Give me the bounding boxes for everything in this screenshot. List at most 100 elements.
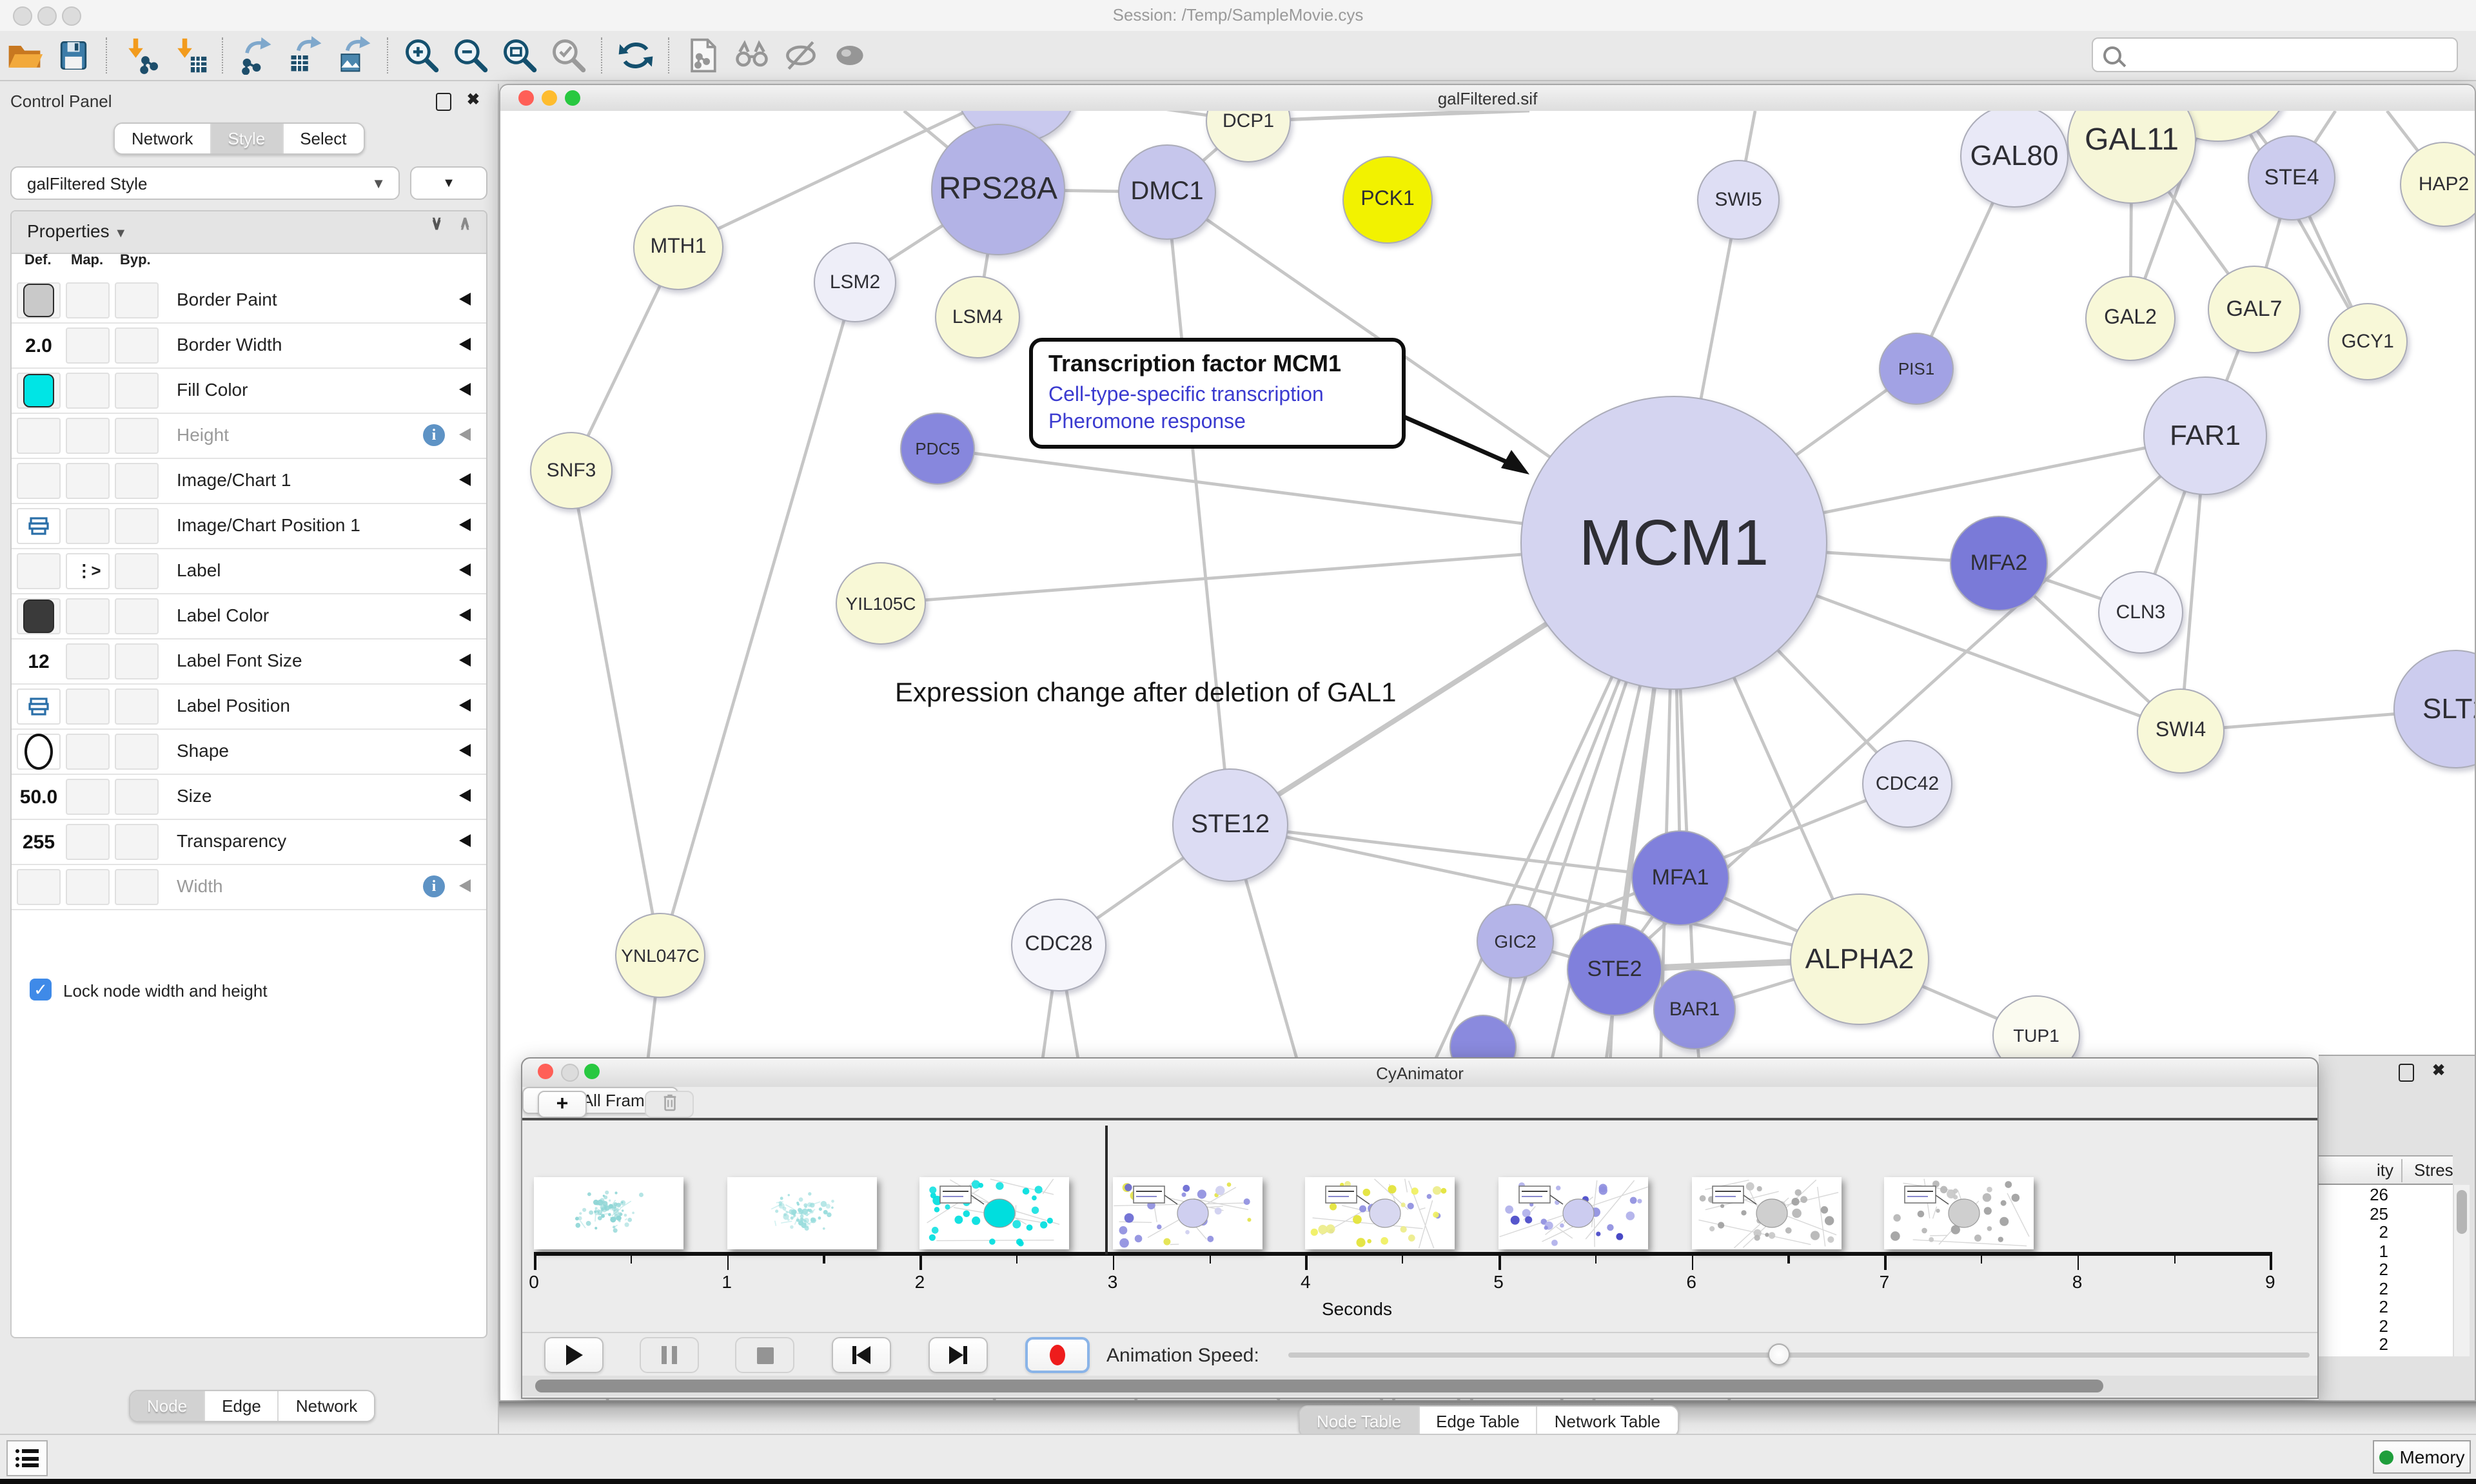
float-panel-icon[interactable] bbox=[436, 93, 451, 111]
hide-details-icon[interactable] bbox=[779, 35, 823, 76]
network-node-ste2[interactable]: STE2 bbox=[1567, 923, 1662, 1016]
property-map-cell[interactable] bbox=[66, 688, 110, 725]
frame-thumbnail-2[interactable] bbox=[919, 1177, 1069, 1249]
table-row[interactable]: 25 bbox=[2319, 1204, 2453, 1222]
table-row[interactable]: 2 bbox=[2319, 1278, 2453, 1297]
export-table-icon[interactable] bbox=[284, 35, 328, 76]
speed-slider-track[interactable] bbox=[1288, 1352, 2310, 1358]
pause-button[interactable] bbox=[640, 1337, 699, 1373]
property-map-cell[interactable] bbox=[66, 598, 110, 634]
close-panel-icon[interactable]: ✖ bbox=[467, 90, 480, 108]
network-node-swi4[interactable]: SWI4 bbox=[2137, 688, 2225, 774]
table-row[interactable]: 2 bbox=[2319, 1260, 2453, 1278]
export-network-icon[interactable] bbox=[235, 35, 279, 76]
network-node-swi5[interactable]: SWI5 bbox=[1697, 160, 1780, 240]
scrollbar-thumb[interactable] bbox=[535, 1380, 2103, 1392]
property-map-cell[interactable] bbox=[66, 869, 110, 905]
network-node-ste4[interactable]: STE4 bbox=[2248, 135, 2335, 220]
network-node-ynl047c[interactable]: YNL047C bbox=[615, 913, 705, 998]
network-node-lsm4[interactable]: LSM4 bbox=[935, 276, 1020, 358]
refresh-layout-icon[interactable] bbox=[614, 35, 658, 76]
table-row[interactable]: 2 bbox=[2319, 1222, 2453, 1241]
property-map-cell[interactable] bbox=[66, 643, 110, 679]
property-map-cell[interactable] bbox=[66, 418, 110, 454]
network-node-snf3[interactable]: SNF3 bbox=[530, 432, 613, 509]
network-node-cdc42[interactable]: CDC42 bbox=[1862, 740, 1952, 828]
table-row[interactable]: 1 bbox=[2319, 1241, 2453, 1260]
speed-slider-thumb[interactable] bbox=[1768, 1343, 1790, 1365]
property-byp-cell[interactable] bbox=[115, 869, 159, 905]
search-network-icon[interactable] bbox=[730, 35, 774, 76]
network-node-mth1[interactable]: MTH1 bbox=[633, 205, 723, 290]
record-button[interactable] bbox=[1025, 1337, 1090, 1373]
export-image-icon[interactable] bbox=[333, 35, 377, 76]
property-map-cell[interactable] bbox=[66, 327, 110, 364]
property-map-cell[interactable] bbox=[66, 463, 110, 499]
network-window-titlebar[interactable]: galFiltered.sif bbox=[500, 85, 2475, 112]
table-header[interactable]: ity Stres bbox=[2319, 1155, 2453, 1185]
network-node-bar1[interactable]: BAR1 bbox=[1653, 970, 1736, 1050]
property-def-cell[interactable] bbox=[17, 598, 61, 634]
collapse-all-icon[interactable]: ∧∧ bbox=[459, 217, 471, 231]
tab-network[interactable]: Network bbox=[115, 124, 210, 153]
collapse-property-icon[interactable] bbox=[459, 834, 471, 847]
properties-header[interactable]: Properties ▼ ∨∨ ∧∧ bbox=[12, 211, 486, 254]
style-selector[interactable]: galFiltered Style▼ bbox=[10, 166, 400, 200]
open-file-icon[interactable] bbox=[3, 35, 46, 76]
frame-thumbnail-7[interactable] bbox=[1884, 1177, 2034, 1249]
float-table-icon[interactable] bbox=[2399, 1064, 2414, 1082]
zoom-selected-icon[interactable] bbox=[547, 35, 591, 76]
network-note-text[interactable]: Expression change after deletion of GAL1 bbox=[895, 678, 1397, 709]
tab-node[interactable]: Node bbox=[130, 1391, 204, 1421]
ui-options-button[interactable] bbox=[6, 1440, 48, 1476]
property-def-cell[interactable] bbox=[17, 508, 61, 544]
property-def-cell[interactable] bbox=[17, 688, 61, 725]
annotation-link[interactable]: Pheromone response bbox=[1048, 409, 1386, 436]
property-byp-cell[interactable] bbox=[115, 688, 159, 725]
network-node-lsm2[interactable]: LSM2 bbox=[814, 242, 896, 322]
property-byp-cell[interactable] bbox=[115, 824, 159, 860]
property-map-cell[interactable] bbox=[66, 824, 110, 860]
timeline[interactable]: 0123456789 Seconds bbox=[522, 1120, 2317, 1332]
property-byp-cell[interactable] bbox=[115, 327, 159, 364]
property-byp-cell[interactable] bbox=[115, 373, 159, 409]
playhead[interactable] bbox=[1105, 1126, 1107, 1255]
collapse-property-icon[interactable] bbox=[459, 428, 471, 441]
annotation-box[interactable]: Transcription factor MCM1Cell-type-speci… bbox=[1029, 338, 1406, 449]
network-node-gal7[interactable]: GAL7 bbox=[2208, 266, 2301, 353]
frame-thumbnail-1[interactable] bbox=[727, 1177, 876, 1249]
table-row[interactable]: 2 bbox=[2319, 1334, 2453, 1353]
property-map-cell[interactable]: ⋮> bbox=[66, 553, 110, 589]
info-icon[interactable]: i bbox=[423, 424, 445, 446]
tab-edge-table[interactable]: Edge Table bbox=[1418, 1407, 1537, 1436]
property-def-cell[interactable] bbox=[17, 282, 61, 318]
collapse-property-icon[interactable] bbox=[459, 879, 471, 892]
network-node-ste12[interactable]: STE12 bbox=[1172, 768, 1288, 882]
collapse-property-icon[interactable] bbox=[459, 563, 471, 576]
property-def-cell[interactable] bbox=[17, 418, 61, 454]
tab-network-table[interactable]: Network Table bbox=[1537, 1407, 1677, 1436]
frame-thumbnail-0[interactable] bbox=[534, 1177, 683, 1249]
info-icon[interactable]: i bbox=[423, 875, 445, 897]
collapse-property-icon[interactable] bbox=[459, 473, 471, 486]
property-def-cell[interactable] bbox=[17, 373, 61, 409]
property-map-cell[interactable] bbox=[66, 282, 110, 318]
collapse-property-icon[interactable] bbox=[459, 744, 471, 757]
property-map-cell[interactable] bbox=[66, 508, 110, 544]
network-node-yil105c[interactable]: YIL105C bbox=[836, 562, 926, 645]
frame-thumbnail-3[interactable] bbox=[1113, 1177, 1263, 1249]
tab-node-table[interactable]: Node Table bbox=[1300, 1407, 1418, 1436]
property-def-cell[interactable]: 2.0 bbox=[17, 327, 61, 364]
property-map-cell[interactable] bbox=[66, 373, 110, 409]
network-node-mfa2[interactable]: MFA2 bbox=[1950, 516, 2048, 611]
network-node-gcy1[interactable]: GCY1 bbox=[2328, 303, 2408, 380]
memory-button[interactable]: Memory bbox=[2373, 1440, 2471, 1474]
annotation-link[interactable]: Cell-type-specific transcription bbox=[1048, 382, 1386, 409]
collapse-property-icon[interactable] bbox=[459, 293, 471, 306]
collapse-property-icon[interactable] bbox=[459, 789, 471, 802]
timeline-scrollbar[interactable] bbox=[522, 1376, 2317, 1396]
expand-all-icon[interactable]: ∨∨ bbox=[431, 217, 442, 231]
tab-network[interactable]: Network bbox=[278, 1391, 374, 1421]
property-def-cell[interactable] bbox=[17, 463, 61, 499]
stop-button[interactable] bbox=[735, 1337, 794, 1373]
